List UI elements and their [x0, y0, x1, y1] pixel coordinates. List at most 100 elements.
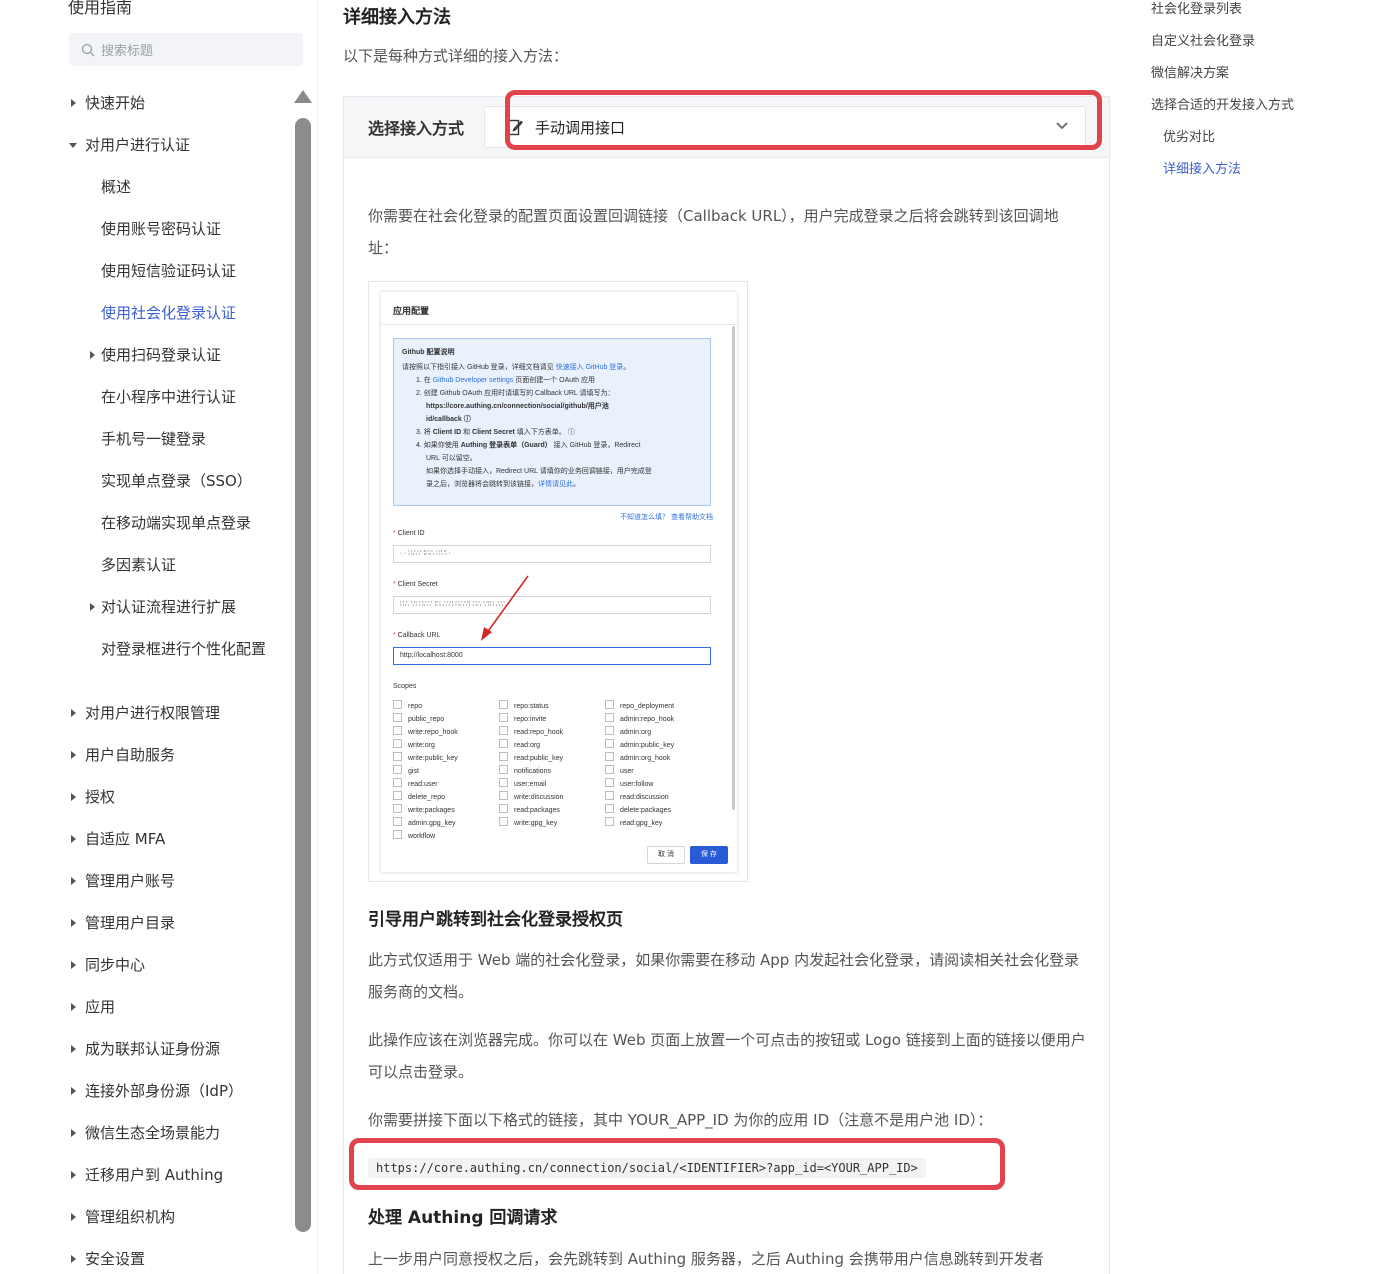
sidebar-item-federation[interactable]: 成为联邦认证身份源 [71, 1038, 221, 1060]
sidebar-item-label: 概述 [101, 178, 132, 196]
sidebar-item-overview[interactable]: 概述 [101, 176, 131, 198]
sidebar-item-security[interactable]: 安全设置 [71, 1248, 146, 1270]
sidebar-item-extend-flow[interactable]: 对认证流程进行扩展 [90, 596, 236, 618]
divider [381, 324, 737, 325]
sidebar-item-label: 实现单点登录（SSO） [101, 472, 252, 490]
caret-right-icon [90, 603, 95, 611]
red-arrow-icon [481, 575, 529, 641]
scope-checkbox: user [605, 765, 634, 775]
caret-right-icon [71, 709, 76, 717]
sidebar-item-label: 用户自助服务 [85, 746, 176, 764]
sidebar-item-social-login[interactable]: 使用社会化登录认证 [101, 302, 236, 324]
caret-right-icon [71, 1255, 76, 1263]
sidebar-item-manage-accounts[interactable]: 管理用户账号 [71, 870, 175, 892]
sidebar-item-user-directory[interactable]: 管理用户目录 [71, 912, 176, 934]
sidebar-item-label: 对用户进行认证 [85, 136, 191, 154]
scroll-up-arrow-icon[interactable] [294, 90, 312, 103]
search-input[interactable]: 搜索标题 [69, 33, 303, 66]
sidebar-item-password-auth[interactable]: 使用账号密码认证 [101, 218, 221, 240]
sidebar-item-organizations[interactable]: 管理组织机构 [71, 1206, 176, 1228]
caret-right-icon [71, 793, 76, 801]
sidebar-item-label: 在小程序中进行认证 [101, 388, 237, 406]
sidebar-item-label: 安全设置 [85, 1250, 146, 1268]
toc-item-custom-social[interactable]: 自定义社会化登录 [1151, 30, 1255, 49]
intro-text: 以下是每种方式详细的接入方法： [343, 47, 569, 65]
scope-checkbox: public_repo [393, 713, 444, 723]
sidebar-item-label: 授权 [85, 788, 116, 806]
sidebar-item-label: 微信生态全场景能力 [85, 1124, 221, 1142]
sidebar-item-phone-onetap[interactable]: 手机号一键登录 [101, 428, 206, 450]
toc-item-choose-method[interactable]: 选择合适的开发接入方式 [1151, 94, 1294, 113]
sidebar-item-authentication[interactable]: 对用户进行认证 [69, 134, 191, 156]
sidebar-item-label: 同步中心 [85, 956, 146, 974]
sidebar-item-sms-auth[interactable]: 使用短信验证码认证 [101, 260, 236, 282]
callback-url-label: * Callback URL [393, 632, 441, 639]
sidebar-item-mobile-sso[interactable]: 在移动端实现单点登录 [101, 512, 251, 534]
sidebar-item-wechat[interactable]: 微信生态全场景能力 [71, 1122, 221, 1144]
toc-item-comparison[interactable]: 优劣对比 [1163, 126, 1215, 145]
note-line: 录之后，浏览器将会跳转到该链接，详情请见此。 [426, 481, 580, 488]
sidebar-item-sync-center[interactable]: 同步中心 [71, 954, 146, 976]
sidebar-item-authorization[interactable]: 授权 [71, 786, 116, 808]
search-placeholder: 搜索标题 [101, 44, 154, 59]
dropdown-value: 手动调用接口 [535, 118, 626, 137]
caret-right-icon [71, 751, 76, 759]
sidebar-item-adaptive-mfa[interactable]: 自适应 MFA [71, 828, 165, 850]
sidebar-item-quickstart[interactable]: 快速开始 [71, 92, 145, 114]
callback-heading: 处理 Authing 回调请求 [368, 1208, 558, 1228]
scope-checkbox: admin:public_key [605, 739, 674, 749]
caret-down-icon [69, 143, 77, 148]
scope-checkbox: admin:org [605, 726, 651, 736]
dialog-scrollbar [732, 326, 735, 810]
sidebar-item-mfa[interactable]: 多因素认证 [101, 554, 176, 576]
toc-item-detail[interactable]: 详细接入方法 [1163, 158, 1241, 177]
sidebar-item-label: 多因素认证 [101, 556, 177, 574]
toc-item-social-list[interactable]: 社会化登录列表 [1151, 0, 1242, 17]
format-paragraph: 你需要拼接下面以下格式的链接，其中 YOUR_APP_ID 为你的应用 ID（注… [368, 1111, 993, 1129]
developer-settings-link: Github Developer settings [432, 377, 514, 384]
caret-right-icon [71, 1213, 76, 1221]
after-auth-paragraph: 上一步用户同意授权之后，会先跳转到 Authing 服务器，之后 Authing… [368, 1250, 1044, 1268]
sidebar-scrollbar[interactable] [295, 118, 311, 1232]
note-line: 请按照以下指引接入 GitHub 登录，详细文档请见 快速接入 GitHub 登… [402, 364, 631, 371]
sidebar-item-label: 连接外部身份源（IdP） [85, 1082, 243, 1100]
scope-checkbox: user:follow [605, 778, 653, 788]
toc-item-wechat[interactable]: 微信解决方案 [1151, 62, 1229, 81]
sidebar-item-miniprogram[interactable]: 在小程序中进行认证 [101, 386, 236, 408]
scope-checkbox: write:packages [393, 804, 455, 814]
scope-checkbox: admin:gpg_key [393, 817, 455, 827]
scope-checkbox: read:public_key [499, 752, 563, 762]
scope-checkbox: write:public_key [393, 752, 458, 762]
caret-right-icon [71, 1129, 76, 1137]
sidebar-item-migrate-users[interactable]: 迁移用户到 Authing [71, 1164, 223, 1186]
sidebar-item-customize-login[interactable]: 对登录框进行个性化配置 [101, 638, 271, 660]
chevron-down-icon [1056, 122, 1068, 130]
note-line: 3. 将 Client ID 和 Client Secret 填入下方表单。 ⓘ [416, 429, 575, 436]
sidebar-item-self-service[interactable]: 用户自助服务 [71, 744, 176, 766]
sidebar-item-label: 成为联邦认证身份源 [85, 1040, 221, 1058]
client-id-field: · ∙ ∷∴∵ ∶∷∴ ∷∵∶ ∙ [393, 545, 711, 563]
client-secret-field: ∷∴ ∵∶ ∷∴∵ ∶∷ ∴∵∶ ∷∴∵∶ ∷∴ ∵∶∷ ∴∵ [393, 596, 711, 614]
scope-checkbox: user:email [499, 778, 546, 788]
sidebar-item-label: 使用扫码登录认证 [101, 346, 222, 364]
sidebar-item-qrcode-login[interactable]: 使用扫码登录认证 [90, 344, 222, 366]
sidebar-item-label: 管理组织机构 [85, 1208, 176, 1226]
sidebar-item-label: 使用账号密码认证 [101, 220, 222, 238]
redirect-heading: 引导用户跳转到社会化登录授权页 [368, 910, 623, 930]
scope-checkbox: admin:repo_hook [605, 713, 674, 723]
edit-icon [505, 119, 523, 136]
sidebar-item-sso[interactable]: 实现单点登录（SSO） [101, 470, 252, 492]
sidebar-item-applications[interactable]: 应用 [71, 996, 115, 1018]
caret-right-icon [71, 877, 76, 885]
quick-github-link: 快速接入 GitHub 登录 [555, 364, 624, 371]
sidebar-item-external-idp[interactable]: 连接外部身份源（IdP） [71, 1080, 243, 1102]
scope-checkbox: write:discussion [499, 791, 563, 801]
scope-checkbox: repo [393, 700, 422, 710]
sidebar-item-label: 管理用户目录 [85, 914, 176, 932]
integration-method-dropdown[interactable]: 手动调用接口 [484, 106, 1086, 148]
scope-checkbox: read:gpg_key [605, 817, 662, 827]
sidebar-item-permissions[interactable]: 对用户进行权限管理 [71, 702, 220, 724]
scope-checkbox: gist [393, 765, 419, 775]
dialog-title: 应用配置 [393, 306, 430, 316]
config-screenshot: 应用配置 Github 配置说明 请按照以下指引接入 GitHub 登录，详细文… [368, 281, 748, 882]
